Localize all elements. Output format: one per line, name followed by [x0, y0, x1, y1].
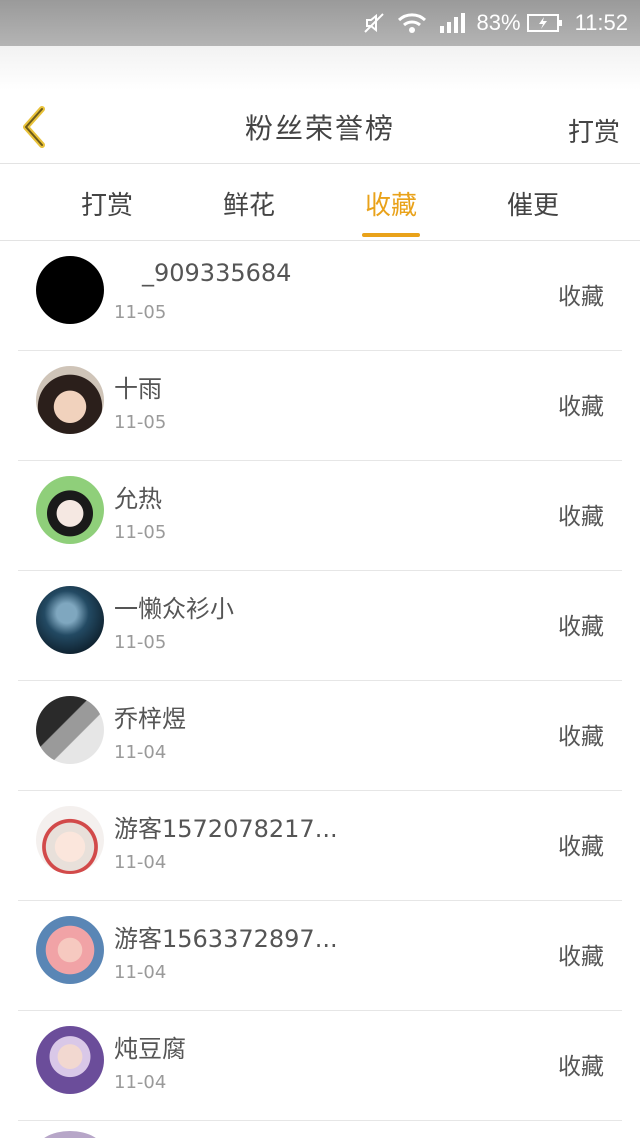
fan-date: 11-05 [114, 522, 167, 543]
fan-action: 收藏 [558, 614, 604, 640]
fan-action: 收藏 [558, 504, 604, 530]
list-item[interactable]: _909335684 11-05 收藏 [18, 241, 622, 351]
fan-date: 11-04 [114, 1072, 167, 1093]
fan-date: 11-05 [114, 412, 167, 433]
mute-icon [363, 12, 385, 34]
battery: 83% [477, 10, 563, 36]
tab-flowers[interactable]: 鲜花 [178, 165, 320, 241]
fan-date: 11-05 [114, 302, 167, 323]
active-tab-indicator [362, 233, 420, 237]
list-item[interactable]: 乔梓煜 11-04 收藏 [18, 681, 622, 791]
fan-action: 收藏 [558, 284, 604, 310]
page-title: 粉丝荣誉榜 [244, 111, 395, 145]
avatar[interactable] [36, 586, 104, 654]
avatar[interactable] [36, 1026, 104, 1094]
fan-name: 允热 [114, 485, 162, 513]
fan-date: 11-04 [114, 852, 167, 873]
fan-name: 炖豆腐 [114, 1035, 186, 1063]
clock: 11:52 [574, 10, 628, 35]
list-item[interactable]: 炖豆腐 11-04 收藏 [18, 1011, 622, 1121]
header-shadow [0, 46, 640, 90]
fan-action: 收藏 [558, 1054, 604, 1080]
tab-bar: 打赏 鲜花 收藏 催更 [0, 165, 640, 241]
avatar[interactable] [36, 476, 104, 544]
avatar[interactable] [36, 696, 104, 764]
fan-action: 收藏 [558, 944, 604, 970]
fan-date: 11-04 [114, 742, 167, 763]
status-bar: 83% 11:52 [0, 0, 640, 46]
wifi-icon [397, 12, 427, 34]
tab-favorites[interactable]: 收藏 [320, 165, 462, 241]
fan-name: 乔梓煜 [114, 705, 186, 733]
list-item-partial [0, 1121, 640, 1138]
avatar [36, 1131, 104, 1138]
tab-urge-update[interactable]: 催更 [462, 165, 604, 241]
tab-reward[interactable]: 打赏 [36, 165, 178, 241]
fan-name: 游客1563372897... [114, 925, 338, 953]
list-item[interactable]: 一懒众衫小 11-05 收藏 [18, 571, 622, 681]
fan-action: 收藏 [558, 834, 604, 860]
fan-date: 11-05 [114, 632, 167, 653]
fan-date: 11-04 [114, 962, 167, 983]
list-item[interactable]: 允热 11-05 收藏 [18, 461, 622, 571]
battery-percent: 83% [476, 10, 521, 35]
avatar[interactable] [36, 256, 104, 324]
tab-label: 催更 [506, 190, 559, 221]
avatar[interactable] [36, 806, 104, 874]
list-item[interactable]: 游客1563372897... 11-04 收藏 [18, 901, 622, 1011]
fan-name: 十雨 [114, 375, 162, 403]
fan-name: _909335684 [142, 259, 292, 287]
fan-action: 收藏 [558, 394, 604, 420]
tab-label: 打赏 [80, 190, 133, 221]
fan-action: 收藏 [558, 724, 604, 750]
reward-button[interactable]: 打赏 [568, 112, 620, 149]
fan-name: 一懒众衫小 [114, 595, 234, 623]
list-item[interactable]: 十雨 11-05 收藏 [18, 351, 622, 461]
tab-label: 鲜花 [222, 190, 275, 221]
fan-name: 游客1572078217... [114, 815, 338, 843]
avatar[interactable] [36, 366, 104, 434]
tab-label: 收藏 [364, 190, 417, 221]
fan-list: _909335684 11-05 收藏 十雨 11-05 收藏 允热 11-05… [0, 241, 640, 1121]
page-header: 粉丝荣誉榜 打赏 [0, 90, 640, 164]
list-item[interactable]: 游客1572078217... 11-04 收藏 [18, 791, 622, 901]
avatar[interactable] [36, 916, 104, 984]
battery-charging-icon [526, 13, 563, 33]
back-button[interactable] [14, 104, 54, 150]
chevron-left-icon [23, 106, 45, 148]
signal-icon [439, 12, 465, 34]
